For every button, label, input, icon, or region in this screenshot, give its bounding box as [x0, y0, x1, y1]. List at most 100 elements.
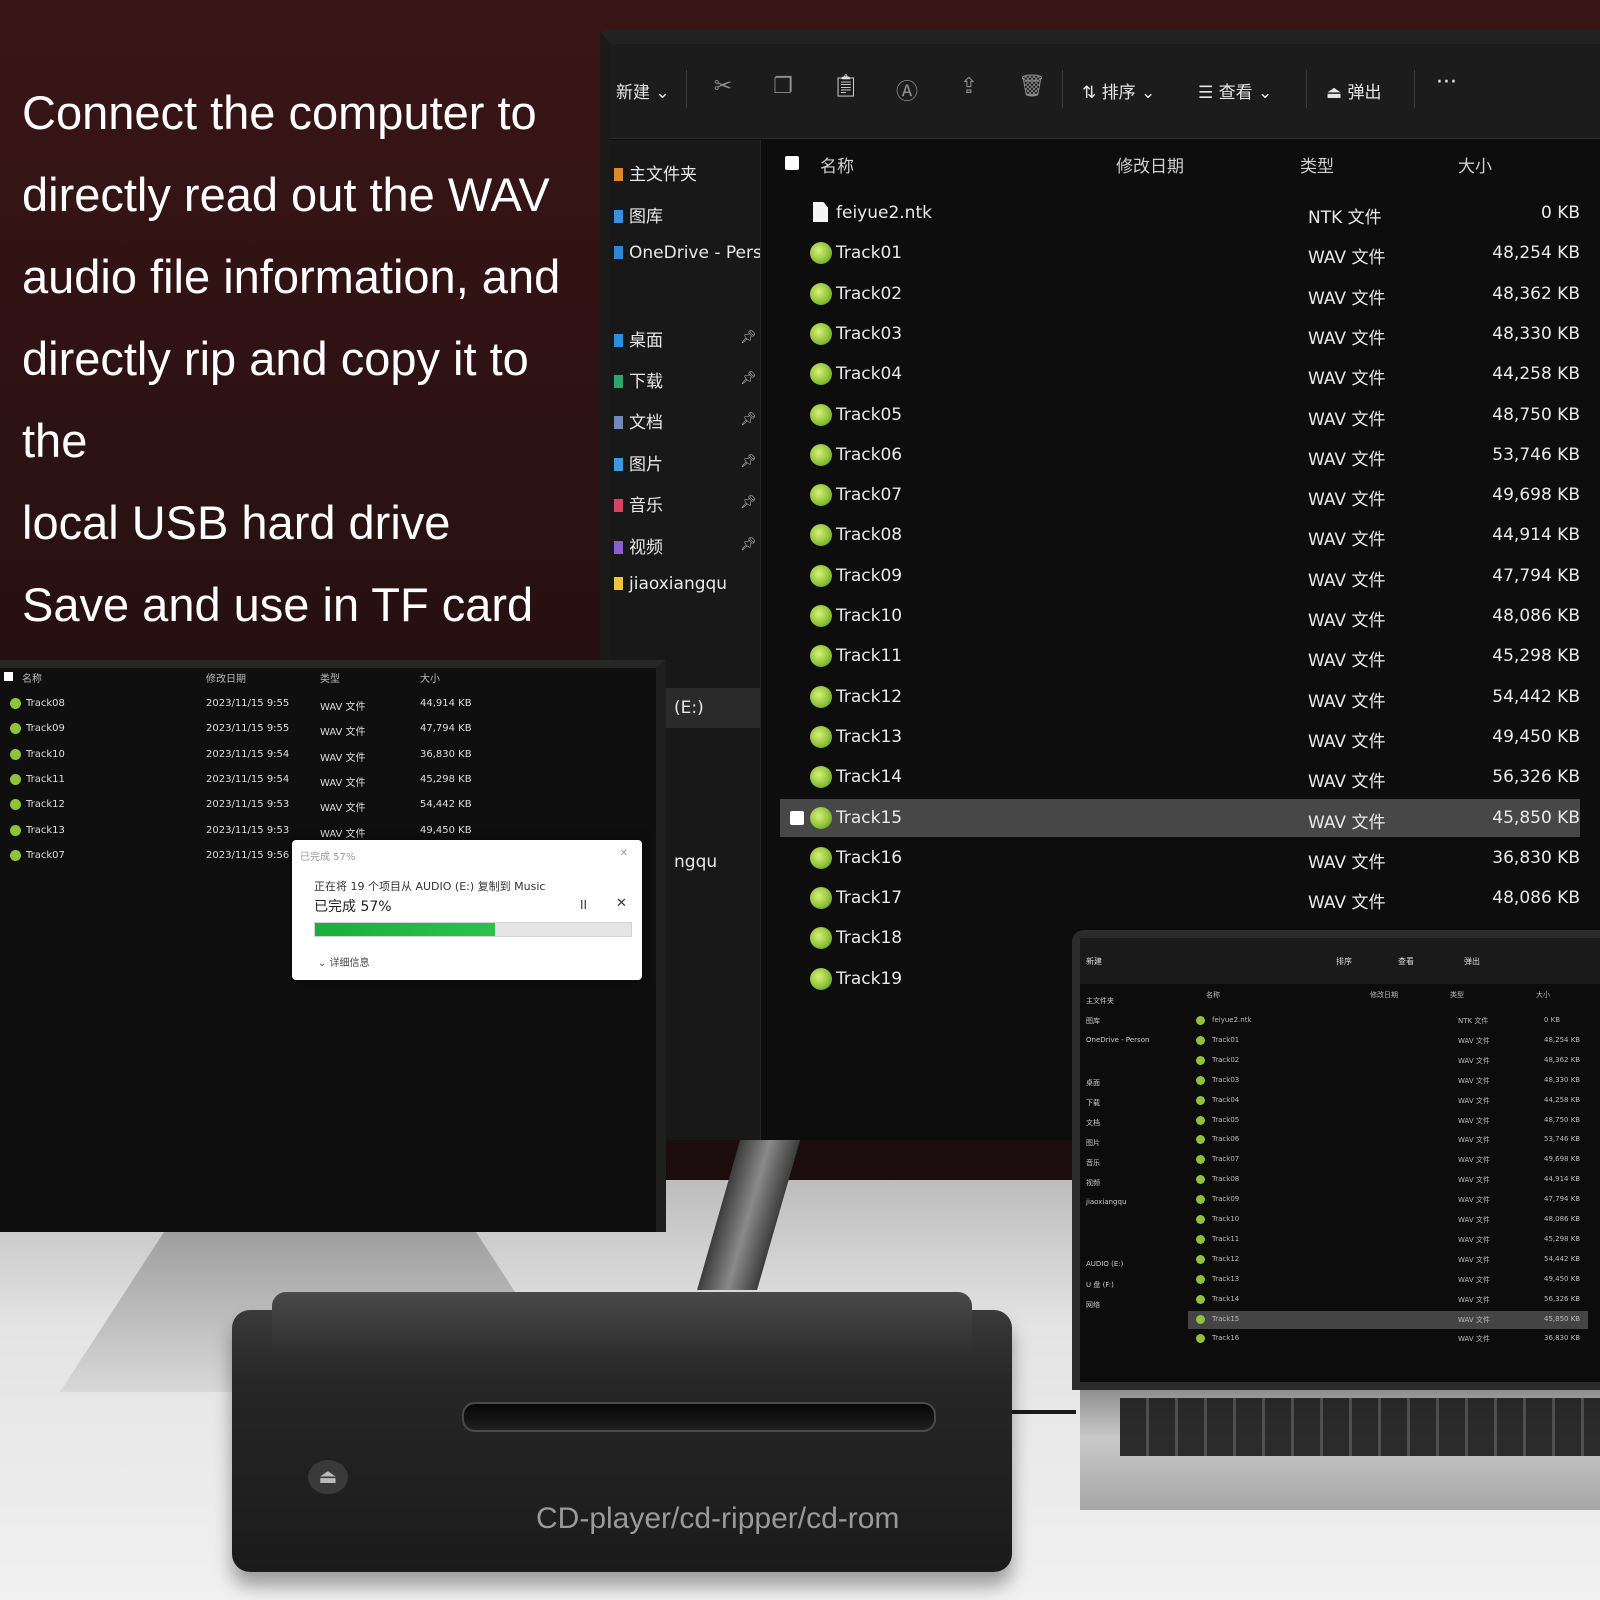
header-name[interactable]: 名称 — [22, 670, 42, 685]
rename-icon[interactable]: Ⓐ — [894, 74, 920, 105]
nav-item[interactable]: 视频 — [1086, 1178, 1100, 1188]
header-date[interactable]: 修改日期 — [1370, 990, 1398, 1000]
file-row[interactable]: Track02 WAV 文件 48,362 KB — [1188, 1052, 1588, 1070]
file-row[interactable]: Track15 WAV 文件 45,850 KB — [1188, 1310, 1588, 1329]
nav-item-home[interactable]: 主文件夹 — [614, 160, 697, 186]
file-row[interactable]: Track01 WAV 文件 48,254 KB — [1188, 1032, 1588, 1050]
file-row[interactable]: Track15 WAV 文件 45,850 KB — [780, 798, 1580, 837]
header-type[interactable]: 类型 — [1300, 152, 1334, 177]
header-type[interactable]: 类型 — [1450, 990, 1464, 1000]
file-row[interactable]: Track06 WAV 文件 53,746 KB — [1188, 1131, 1588, 1149]
header-size[interactable]: 大小 — [420, 670, 440, 685]
header-size[interactable]: 大小 — [1536, 990, 1550, 1000]
dialog-close-button[interactable]: ✕ — [620, 848, 628, 859]
nav-item-videos[interactable]: 视频 — [614, 533, 663, 559]
row-checkbox[interactable] — [790, 810, 804, 825]
nav-item[interactable]: 音乐 — [1086, 1158, 1100, 1168]
cancel-button[interactable]: ✕ — [616, 896, 627, 911]
nav-item-documents[interactable]: 文档 — [614, 408, 663, 434]
nav-item-desktop[interactable]: 桌面 — [614, 326, 663, 352]
share-icon[interactable]: ⇪ — [956, 74, 982, 100]
nav-item[interactable]: AUDIO (E:) — [1086, 1260, 1123, 1268]
file-row[interactable]: Track02 WAV 文件 48,362 KB — [780, 275, 1580, 313]
file-row[interactable]: Track05 WAV 文件 48,750 KB — [780, 396, 1580, 434]
sort-button[interactable]: 排序 — [1336, 956, 1352, 967]
file-row[interactable]: Track01 WAV 文件 48,254 KB — [780, 234, 1580, 272]
nav-item-audio-drive[interactable]: (E:) — [674, 698, 704, 724]
pin-icon[interactable]: 📌︎ — [740, 371, 757, 386]
file-row[interactable]: Track11 2023/11/15 9:54 WAV 文件 45,298 KB — [10, 770, 480, 790]
file-row[interactable]: Track12 WAV 文件 54,442 KB — [780, 678, 1580, 716]
file-row[interactable]: Track04 WAV 文件 44,258 KB — [1188, 1092, 1588, 1110]
file-row[interactable]: Track12 2023/11/15 9:53 WAV 文件 54,442 KB — [10, 795, 480, 815]
file-row[interactable]: Track09 2023/11/15 9:55 WAV 文件 47,794 KB — [10, 719, 480, 739]
nav-item-pictures[interactable]: 图片 — [614, 450, 663, 476]
file-row[interactable]: Track13 WAV 文件 49,450 KB — [780, 718, 1580, 756]
nav-item-music[interactable]: 音乐 — [614, 491, 663, 517]
file-row[interactable]: Track08 WAV 文件 44,914 KB — [1188, 1171, 1588, 1189]
nav-item-downloads[interactable]: 下载 — [614, 367, 663, 393]
file-row[interactable]: Track11 WAV 文件 45,298 KB — [780, 637, 1580, 675]
nav-item[interactable]: jiaoxiangqu — [1086, 1198, 1126, 1206]
file-row[interactable]: Track16 WAV 文件 36,830 KB — [780, 839, 1580, 877]
copy-icon[interactable]: ❐ — [770, 74, 796, 100]
file-row[interactable]: Track05 WAV 文件 48,750 KB — [1188, 1112, 1588, 1130]
disc-slot[interactable] — [462, 1402, 936, 1432]
file-row[interactable]: Track10 WAV 文件 48,086 KB — [780, 597, 1580, 635]
file-row[interactable]: feiyue2.ntk NTK 文件 0 KB — [1188, 1012, 1588, 1030]
more-button[interactable]: ··· — [1436, 70, 1457, 95]
cut-icon[interactable]: ✂ — [710, 74, 736, 100]
new-button[interactable]: 新建 ⌄ — [616, 78, 670, 103]
file-row[interactable]: Track09 WAV 文件 47,794 KB — [1188, 1191, 1588, 1209]
eject-button[interactable]: ⏏ 弹出 — [1326, 78, 1381, 103]
nav-item[interactable]: OneDrive - Person — [1086, 1036, 1149, 1044]
header-name[interactable]: 名称 — [1206, 990, 1220, 1000]
file-row[interactable]: Track07 WAV 文件 49,698 KB — [1188, 1151, 1588, 1169]
nav-item-folder[interactable]: ngqu — [674, 852, 717, 878]
pin-icon[interactable]: 📌︎ — [740, 330, 757, 345]
file-row[interactable]: Track14 WAV 文件 56,326 KB — [780, 758, 1580, 796]
pin-icon[interactable]: 📌︎ — [740, 454, 757, 469]
file-row[interactable]: Track03 WAV 文件 48,330 KB — [1188, 1072, 1588, 1090]
select-all-checkbox[interactable] — [785, 156, 799, 170]
file-row[interactable]: Track08 WAV 文件 44,914 KB — [780, 516, 1580, 554]
delete-icon[interactable]: 🗑︎ — [1018, 74, 1046, 100]
pause-button[interactable]: II — [580, 898, 587, 912]
nav-item[interactable]: 网络 — [1086, 1300, 1100, 1310]
file-row[interactable]: Track12 WAV 文件 54,442 KB — [1188, 1251, 1588, 1269]
file-row[interactable]: Track09 WAV 文件 47,794 KB — [780, 557, 1580, 595]
header-date[interactable]: 修改日期 — [1116, 152, 1184, 177]
nav-item[interactable]: 图库 — [1086, 1016, 1100, 1026]
file-row[interactable]: feiyue2.ntk NTK 文件 0 KB — [780, 194, 1580, 232]
file-row[interactable]: Track17 WAV 文件 48,086 KB — [780, 879, 1580, 917]
pin-icon[interactable]: 📌︎ — [740, 537, 757, 552]
file-row[interactable]: Track16 WAV 文件 36,830 KB — [1188, 1330, 1588, 1348]
eject-icon[interactable]: ⏏ — [308, 1460, 348, 1494]
nav-item[interactable]: 图片 — [1086, 1138, 1100, 1148]
file-row[interactable]: Track14 WAV 文件 56,326 KB — [1188, 1291, 1588, 1309]
file-row[interactable]: Track03 WAV 文件 48,330 KB — [780, 315, 1580, 353]
file-row[interactable]: Track11 WAV 文件 45,298 KB — [1188, 1231, 1588, 1249]
header-type[interactable]: 类型 — [320, 670, 340, 685]
file-row[interactable]: Track13 WAV 文件 49,450 KB — [1188, 1271, 1588, 1289]
nav-item[interactable]: U 盘 (F:) — [1086, 1280, 1114, 1290]
header-date[interactable]: 修改日期 — [206, 670, 246, 685]
paste-icon[interactable]: 📋︎ — [832, 74, 860, 100]
file-row[interactable]: Track10 2023/11/15 9:54 WAV 文件 36,830 KB — [10, 745, 480, 765]
nav-item[interactable]: 文档 — [1086, 1118, 1100, 1128]
nav-item-onedrive[interactable]: OneDrive - Person — [614, 243, 760, 269]
sort-button[interactable]: ⇅ 排序 ⌄ — [1082, 78, 1155, 103]
file-row[interactable]: Track10 WAV 文件 48,086 KB — [1188, 1211, 1588, 1229]
view-button[interactable]: ☰ 查看 ⌄ — [1198, 78, 1272, 103]
nav-item-gallery[interactable]: 图库 — [614, 202, 663, 228]
nav-item[interactable]: 下载 — [1086, 1098, 1100, 1108]
select-all-checkbox[interactable] — [4, 672, 13, 681]
pin-icon[interactable]: 📌︎ — [740, 412, 757, 427]
file-row[interactable]: Track07 WAV 文件 49,698 KB — [780, 476, 1580, 514]
view-button[interactable]: 查看 — [1398, 956, 1414, 967]
nav-item[interactable]: 桌面 — [1086, 1078, 1100, 1088]
file-row[interactable]: Track13 2023/11/15 9:53 WAV 文件 49,450 KB — [10, 821, 480, 841]
header-name[interactable]: 名称 — [820, 152, 854, 177]
file-row[interactable]: Track08 2023/11/15 9:55 WAV 文件 44,914 KB — [10, 694, 480, 714]
nav-item-jiaoxiangqu[interactable]: jiaoxiangqu — [614, 574, 727, 600]
